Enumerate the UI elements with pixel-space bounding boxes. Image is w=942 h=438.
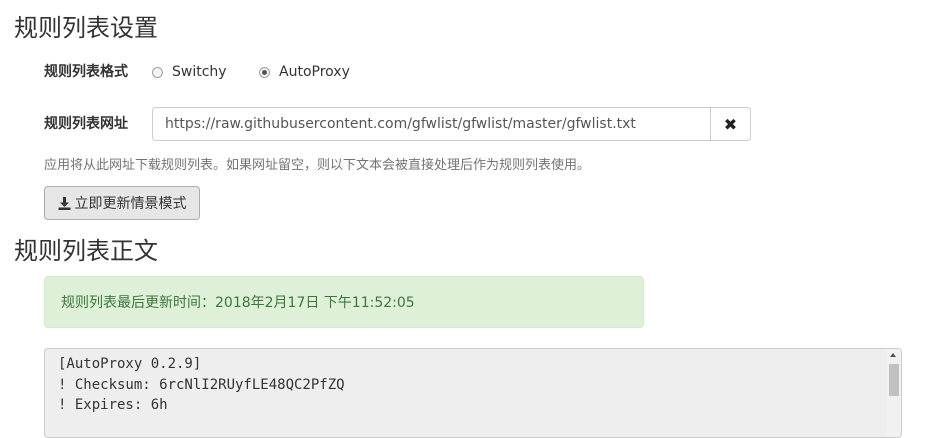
last-updated-alert: 规则列表最后更新时间：2018年2月17日 下午11:52:05 [44,276,644,328]
url-help-text: 应用将从此网址下载规则列表。如果网址留空，则以下文本会被直接处理后作为规则列表使… [44,158,591,173]
radio-checked-icon[interactable] [259,66,270,78]
times-icon: ✖ [723,114,738,134]
update-profile-button[interactable]: 立即更新情景模式 [44,186,200,220]
format-option-label: AutoProxy [279,64,350,80]
section-title-rule-list-settings: 规则列表设置 [14,14,158,42]
last-updated-text: 规则列表最后更新时间：2018年2月17日 下午11:52:05 [61,295,415,311]
rule-list-textarea[interactable]: [AutoProxy 0.2.9] ! Checksum: 6rcNlI2RUy… [44,348,902,438]
url-input-group: ✖ [152,107,751,141]
format-radio-autoproxy[interactable]: AutoProxy [259,62,350,82]
update-profile-label: 立即更新情景模式 [74,196,187,212]
textarea-scrollbar[interactable] [886,349,901,437]
clear-url-button[interactable]: ✖ [710,108,750,140]
rule-text-line: ! Expires: 6h [58,397,168,413]
scroll-up-arrow-icon[interactable] [890,353,896,357]
rule-list-url-label: 规则列表网址 [44,116,128,132]
radio-circle-icon[interactable] [152,66,163,78]
scroll-thumb[interactable] [889,364,899,396]
format-option-label: Switchy [172,64,227,80]
section-title-rule-list-body: 规则列表正文 [14,237,158,265]
rule-list-url-input[interactable] [153,108,710,140]
rule-list-format-label: 规则列表格式 [44,64,128,80]
download-icon [58,196,71,210]
format-radio-switchy[interactable]: Switchy [152,62,227,82]
rule-text-line: ! Checksum: 6rcNlI2RUyfLE48QC2PfZQ [58,376,345,393]
rule-text-line: [AutoProxy 0.2.9] [58,356,202,372]
